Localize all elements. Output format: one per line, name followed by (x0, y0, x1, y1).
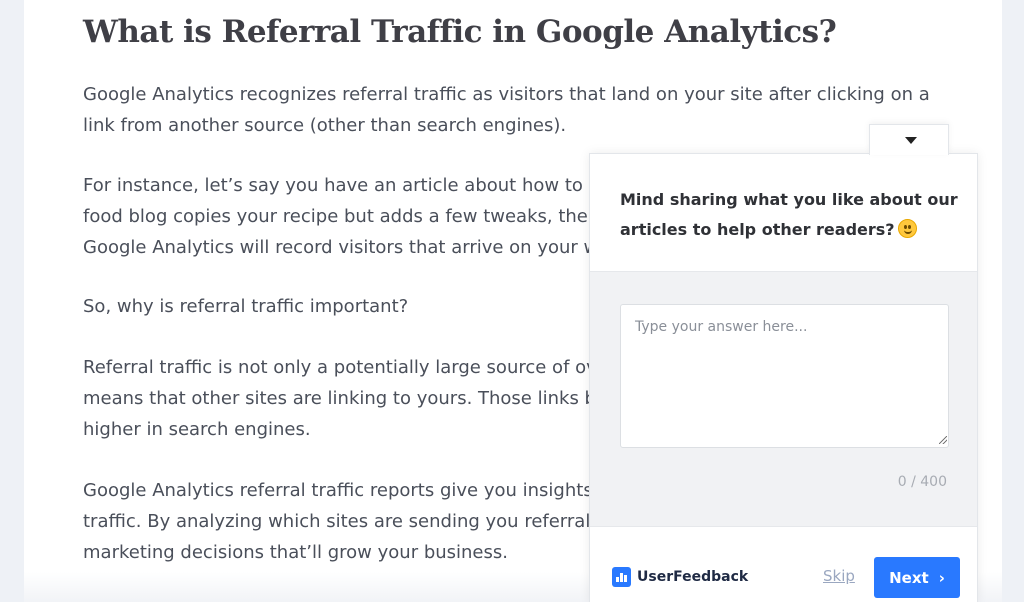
survey-question: Mind sharing what you like about our art… (620, 185, 958, 245)
paragraph-line: traffic. By analyzing which sites are se… (83, 511, 604, 532)
article-title: What is Referral Traffic in Google Analy… (83, 14, 837, 50)
question-text: articles to help other readers? (620, 220, 895, 239)
answer-input[interactable] (620, 304, 949, 448)
widget-collapse-tab[interactable] (869, 124, 949, 155)
article-paragraph: Google Analytics recognizes referral tra… (83, 79, 930, 141)
question-line: articles to help other readers? (620, 215, 947, 245)
slightly-smiling-face-icon (897, 219, 917, 238)
paragraph-line: Google Analytics will record visitors th… (83, 237, 599, 258)
article-paragraph: For instance, let’s say you have an arti… (83, 170, 606, 263)
paragraph-line: Google Analytics referral traffic report… (83, 480, 593, 501)
paragraph-line: link from another source (other than sea… (83, 115, 567, 136)
widget-header: Mind sharing what you like about our art… (590, 154, 977, 272)
article-paragraph: Referral traffic is not only a potential… (83, 352, 597, 445)
caret-down-icon (905, 137, 917, 144)
character-counter: 0 / 400 (897, 474, 947, 490)
paragraph-line: Google Analytics recognizes referral tra… (83, 84, 930, 105)
next-button[interactable]: Next › (874, 557, 960, 598)
article-paragraph: Google Analytics referral traffic report… (83, 475, 603, 568)
next-label: Next (889, 568, 929, 587)
paragraph-line: means that other sites are linking to yo… (83, 388, 596, 409)
paragraph-line: higher in search engines. (83, 419, 311, 440)
paragraph-line: marketing decisions that’ll grow your bu… (83, 542, 508, 563)
chevron-right-icon: › (938, 568, 945, 587)
paragraph-line: food blog copies your recipe but adds a … (83, 206, 596, 227)
widget-footer: UserFeedback Skip Next › (590, 526, 977, 602)
question-line: Mind sharing what you like about our (620, 190, 958, 209)
brand-name: UserFeedback (637, 569, 749, 585)
bar-chart-bubble-icon (612, 567, 631, 587)
skip-link[interactable]: Skip (823, 567, 855, 585)
article-paragraph: So, why is referral traffic important? (83, 291, 408, 322)
paragraph-line: For instance, let’s say you have an arti… (83, 175, 607, 196)
userfeedback-logo: UserFeedback (612, 567, 748, 587)
paragraph-line: So, why is referral traffic important? (83, 296, 409, 317)
resize-handle-icon[interactable] (939, 436, 947, 444)
paragraph-line: Referral traffic is not only a potential… (83, 357, 597, 378)
feedback-widget: Mind sharing what you like about our art… (589, 153, 978, 602)
